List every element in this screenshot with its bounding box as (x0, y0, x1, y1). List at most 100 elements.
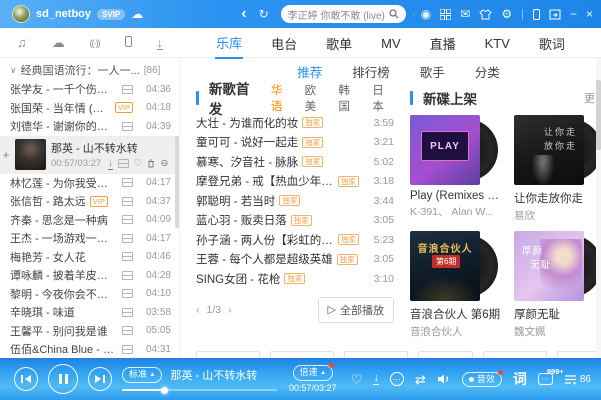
player-song-title[interactable]: 那英 - 山不转水转 (170, 367, 257, 383)
new-song-row[interactable]: 蓝心羽 - 贩卖日落 独家 3:05 (196, 211, 394, 231)
playlist-song-row[interactable]: 齐秦 - 思念是一种病 04:09 (0, 211, 179, 230)
music-recognize-icon[interactable] (412, 8, 415, 20)
delete-trash-icon[interactable] (147, 159, 155, 168)
more-options-icon[interactable]: ⋯ (390, 372, 404, 386)
progress-handle[interactable] (161, 387, 168, 394)
playlist-song-row[interactable]: 梅艳芳 - 女人花 04:46 (0, 248, 179, 267)
playlist-song-row[interactable]: 刘德华 - 谢谢你的爱 (国语) 04:39 (0, 117, 179, 136)
pager-next-icon[interactable]: › (228, 304, 232, 316)
album-cover[interactable]: PLAY (410, 115, 480, 185)
album-cover[interactable]: 让你走 放你走 (514, 115, 584, 185)
tab-lyrics[interactable]: 歌词 (538, 28, 566, 58)
main-scrollbar[interactable] (596, 58, 601, 358)
favorite-heart-icon[interactable]: ♡ (351, 373, 363, 386)
sidebar-scrollbar[interactable] (175, 136, 179, 228)
mv-icon[interactable] (122, 345, 133, 354)
mv-icon[interactable] (122, 252, 133, 261)
device-icon[interactable] (125, 36, 132, 47)
category-tag[interactable]: 无损音乐 (557, 351, 601, 358)
album-card[interactable]: PLAY Play (Remixes V... K-391、 Alan W... (410, 115, 502, 223)
collapse-caret-icon[interactable]: ∨ (10, 65, 17, 76)
tab-playlists[interactable]: 歌单 (325, 28, 353, 58)
subnav-recommend[interactable]: 推荐 (297, 62, 322, 81)
close-icon[interactable]: × (586, 8, 593, 20)
remove-circle-icon[interactable]: ⊖ (160, 158, 168, 169)
album-title[interactable]: Play (Remixes V... (410, 190, 502, 202)
new-song-row[interactable]: 孙子涵 - 两人份【彩虹的重力电视... 独家 5:23 (196, 230, 394, 250)
local-music-icon[interactable]: ♫ (17, 36, 27, 49)
mv-icon[interactable] (122, 197, 133, 206)
mv-icon[interactable] (122, 234, 133, 243)
category-tag[interactable]: 伤感情歌 (483, 351, 547, 358)
listen-together-icon[interactable]: ◉ (421, 8, 431, 20)
message-icon[interactable]: ✉ (460, 8, 470, 20)
new-song-row[interactable]: 慕寒、汐音社 - 脉脉 独家 5:02 (196, 152, 394, 172)
avatar[interactable] (12, 5, 30, 23)
tab-live[interactable]: 直播 (429, 28, 457, 58)
play-mode-icon[interactable]: ⇄ (415, 373, 426, 386)
pager-prev-icon[interactable]: ‹ (196, 304, 200, 316)
album-card[interactable]: 让你走 放你走 让你走放你走 易欣 (514, 115, 601, 223)
svip-badge[interactable]: SVIP (97, 9, 125, 20)
settings-gear-icon[interactable]: ⚙ (501, 8, 512, 20)
playlist-song-row[interactable]: 王馨平 - 别问我是谁 05:05 (0, 322, 179, 341)
mv-icon[interactable] (122, 85, 133, 94)
download-manager-icon[interactable]: ↓ (157, 36, 164, 50)
new-song-row[interactable]: 童可可 - 说好一起走 独家 3:21 (196, 133, 394, 153)
playlist-song-row[interactable]: 伍佰&China Blue - 浪人情歌 04:31 (0, 340, 179, 358)
cloud-music-icon[interactable]: ☁ (52, 36, 65, 49)
album-artist[interactable]: 易欣 (514, 208, 601, 223)
album-artist[interactable]: K-391、 Alan W... (410, 204, 502, 219)
pause-button[interactable] (48, 364, 78, 394)
mv-icon[interactable] (122, 289, 133, 298)
new-song-row[interactable]: 郭聪明 - 若当时 独家 3:44 (196, 191, 394, 211)
playlist-song-row[interactable]: 谭咏麟 - 披着羊皮的狼 04:28 (0, 266, 179, 285)
radio-icon[interactable]: ((·)) (90, 38, 100, 48)
tab-western[interactable]: 欧美 (305, 82, 327, 114)
apps-grid-icon[interactable] (440, 9, 451, 20)
mv-icon[interactable] (122, 308, 133, 317)
mv-icon[interactable] (122, 178, 133, 187)
quality-selector[interactable]: 标准 ▲ (122, 367, 162, 383)
skin-theme-icon[interactable] (479, 9, 492, 20)
username[interactable]: sd_netboy (36, 8, 91, 20)
playlist-song-row[interactable]: 黎明 - 今夜你会不会来 (国语) 04:10 (0, 285, 179, 304)
play-queue-button[interactable]: 86 (564, 374, 591, 385)
playlist-header[interactable]: ∨ 经典国语流行：一人一... [86] (0, 60, 179, 80)
tab-radio[interactable]: 电台 (270, 28, 298, 58)
tab-mv[interactable]: MV (380, 30, 402, 56)
playlist-song-row[interactable]: 张信哲 - 路太远 VIP 04:37 (0, 192, 179, 211)
playlist-song-row[interactable]: 张国荣 - 当年情 (国语) VIP 04:18 (0, 99, 179, 118)
search-input[interactable]: 李正婷 你敢不敢 (live) (281, 5, 406, 23)
sound-effect-button[interactable]: 音效 (462, 372, 502, 387)
progress-bar[interactable] (122, 389, 277, 391)
album-card[interactable]: 音浪合伙人 第6期 音浪合伙人 第6期 音浪合伙人 (410, 231, 502, 339)
favorite-heart-icon[interactable]: ♡ (134, 158, 143, 169)
scrollbar-thumb[interactable] (596, 80, 601, 150)
search-icon[interactable] (389, 9, 399, 19)
tab-chinese[interactable]: 华语 (271, 82, 293, 114)
back-icon[interactable]: ‹ (241, 8, 246, 20)
playlist-song-row[interactable]: 王杰 - 一场游戏一场梦 04:17 (0, 229, 179, 248)
mobile-phone-icon[interactable] (533, 9, 540, 20)
volume-icon[interactable] (437, 373, 451, 385)
album-artist[interactable]: 音浪合伙人 (410, 324, 502, 339)
playlist-song-row[interactable]: 张学友 - 一千个伤心的理由 04:36 (0, 80, 179, 99)
album-cover[interactable]: 厚颜 无耻 (514, 231, 584, 301)
category-tag[interactable]: 嗨爆DJ (418, 351, 473, 358)
download-icon[interactable]: ↓ (373, 373, 379, 385)
album-artist[interactable]: 魏文姵 (514, 324, 601, 339)
comments-button[interactable]: ⋯ 999+ (538, 373, 553, 385)
next-track-button[interactable] (88, 367, 112, 391)
play-all-button[interactable]: ▷ 全部播放 (318, 297, 394, 323)
mini-mode-icon[interactable] (549, 9, 561, 20)
download-icon[interactable]: ↓ (108, 158, 113, 170)
album-title[interactable]: 让你走放你走 (514, 190, 601, 206)
tab-ktv[interactable]: KTV (484, 30, 511, 56)
album-card[interactable]: 厚颜 无耻 厚颜无耻 魏文姵 (514, 231, 601, 339)
minimize-icon[interactable]: − (570, 8, 577, 20)
add-icon[interactable]: + (2, 148, 10, 162)
album-title[interactable]: 音浪合伙人 第6期 (410, 306, 502, 322)
category-tag[interactable]: 儿歌大全 (196, 351, 260, 358)
mv-icon[interactable] (122, 326, 133, 335)
